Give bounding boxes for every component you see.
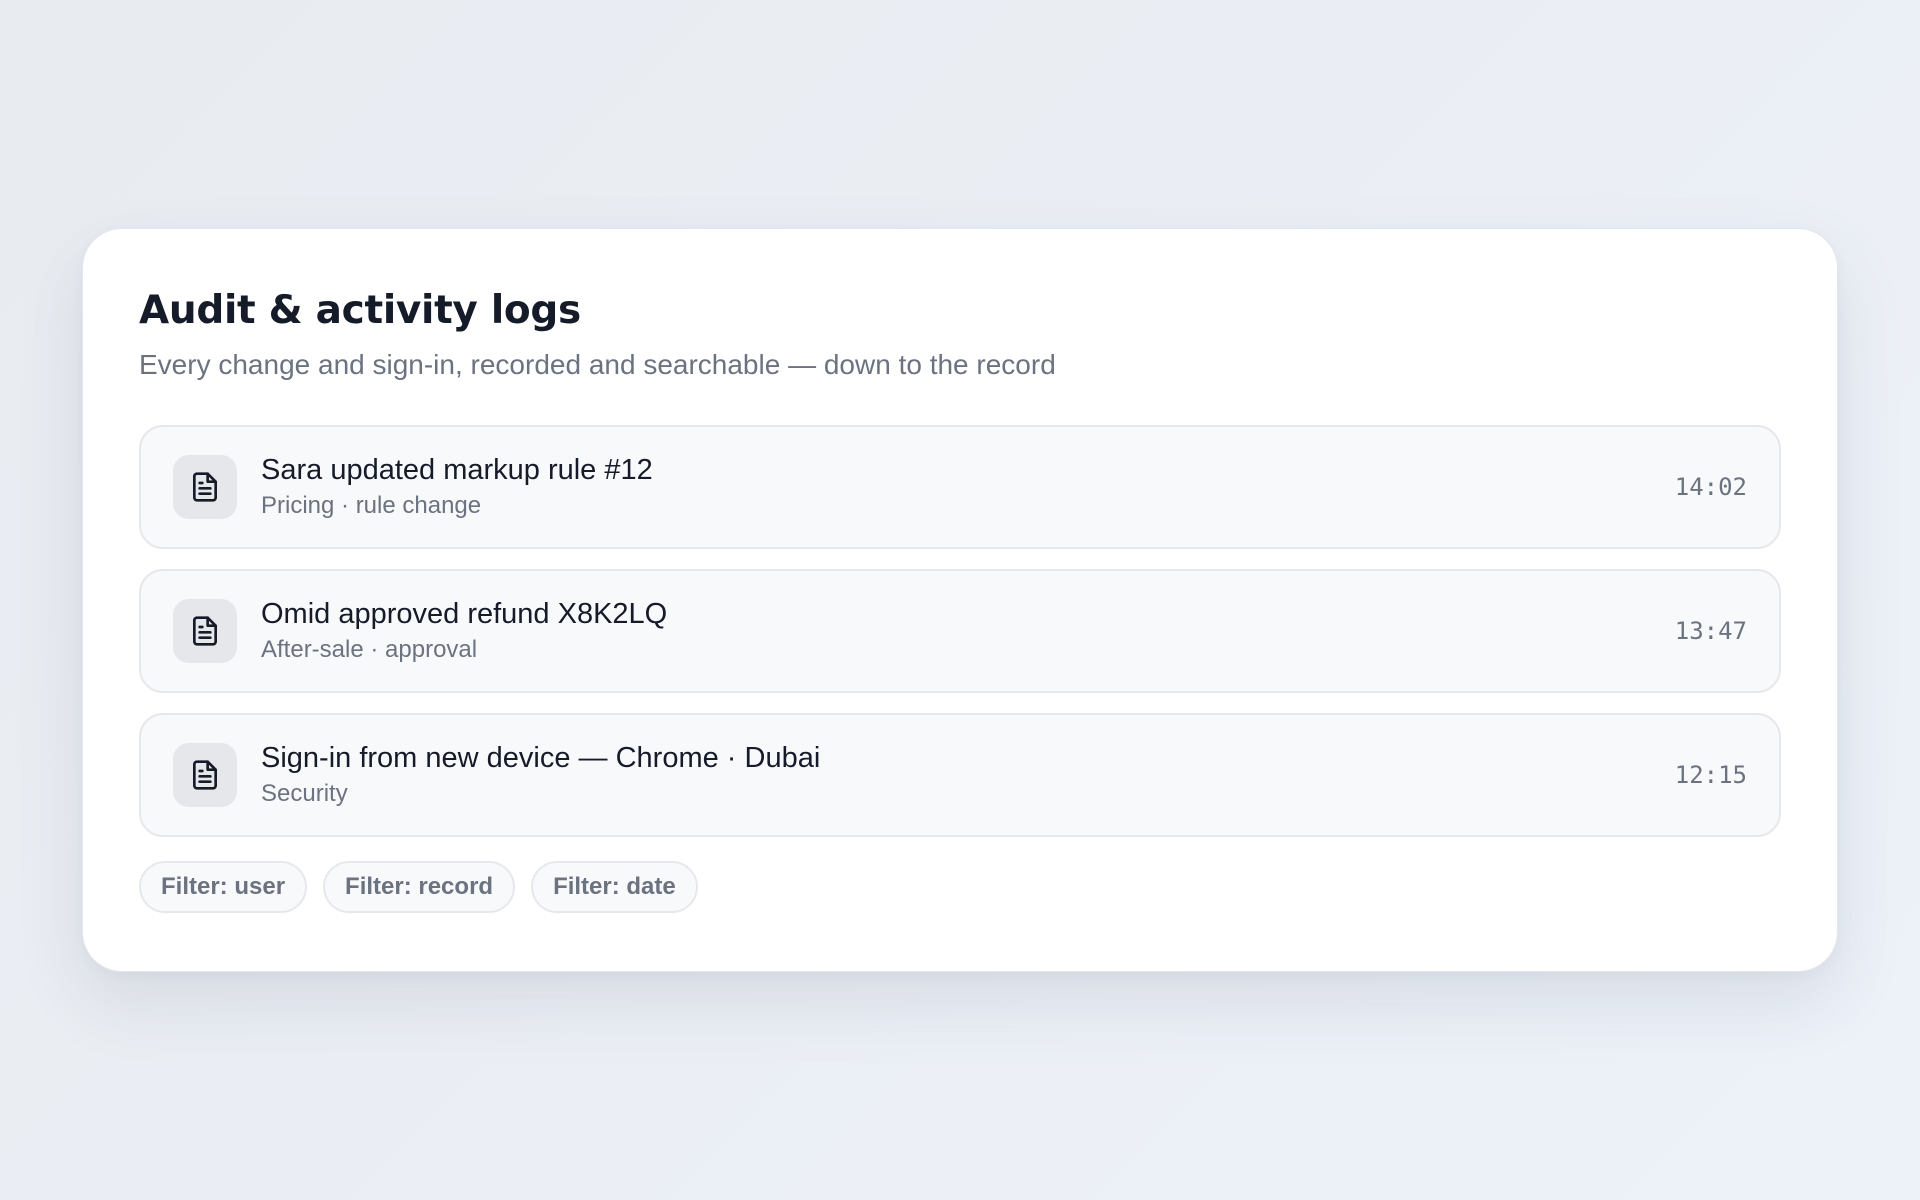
- card-title: Audit & activity logs: [139, 288, 581, 333]
- log-item[interactable]: Sign-in from new device — Chrome · Dubai…: [139, 713, 1781, 837]
- log-title: Sara updated markup rule #12: [261, 454, 653, 486]
- audit-log-card: Audit & activity logs Every change and s…: [82, 228, 1838, 972]
- filter-bar: Filter: user Filter: record Filter: date: [139, 861, 1781, 913]
- log-item[interactable]: Sara updated markup rule #12 Pricing · r…: [139, 425, 1781, 549]
- log-title: Omid approved refund X8K2LQ: [261, 598, 668, 630]
- log-text: Sara updated markup rule #12 Pricing · r…: [261, 452, 1675, 522]
- log-meta: Security: [261, 780, 348, 807]
- document-icon: [173, 743, 237, 807]
- log-item[interactable]: Omid approved refund X8K2LQ After-sale ·…: [139, 569, 1781, 693]
- card-subtitle: Every change and sign-in, recorded and s…: [139, 349, 1056, 380]
- log-time: 14:02: [1674, 473, 1747, 501]
- filter-user-chip[interactable]: Filter: user: [139, 861, 308, 913]
- log-time: 13:47: [1674, 617, 1747, 645]
- log-text: Sign-in from new device — Chrome · Dubai…: [261, 740, 1675, 810]
- log-title: Sign-in from new device — Chrome · Dubai: [261, 742, 821, 774]
- filter-date-chip[interactable]: Filter: date: [531, 861, 698, 913]
- log-meta: Pricing · rule change: [261, 492, 482, 519]
- log-text: Omid approved refund X8K2LQ After-sale ·…: [261, 596, 1675, 666]
- log-list: Sara updated markup rule #12 Pricing · r…: [139, 425, 1781, 837]
- filter-record-chip[interactable]: Filter: record: [323, 861, 516, 913]
- log-time: 12:15: [1674, 761, 1747, 789]
- document-icon: [173, 455, 237, 519]
- log-meta: After-sale · approval: [261, 636, 478, 663]
- document-icon: [173, 599, 237, 663]
